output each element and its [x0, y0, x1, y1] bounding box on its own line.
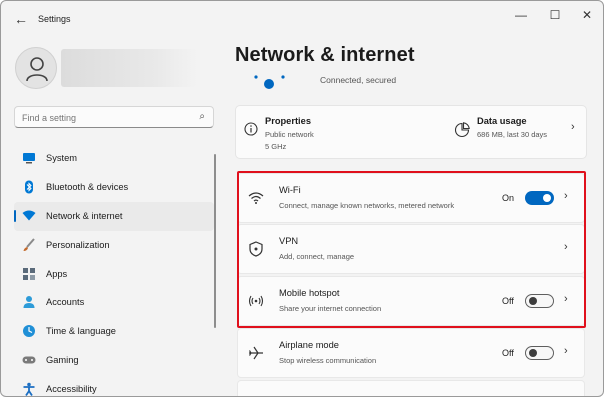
wifi-row[interactable]: Wi-Fi Connect, manage known networks, me… [237, 173, 585, 223]
search-icon[interactable]: ⌕ [199, 111, 205, 122]
airplane-state: Off [502, 348, 514, 358]
airplane-subtitle: Stop wireless communication [279, 356, 377, 365]
sidebar-item-label: Accessibility [46, 384, 97, 395]
monitor-icon [23, 153, 35, 164]
wifi-icon [248, 192, 264, 204]
sidebar-item-label: System [46, 153, 77, 163]
minimize-button[interactable]: — [507, 5, 535, 25]
chevron-right-icon[interactable]: › [564, 241, 568, 253]
search-input[interactable] [22, 110, 192, 125]
title-bar: ← Settings — ☐ ✕ [1, 1, 603, 37]
data-usage-value: 686 MB, last 30 days [477, 130, 548, 139]
sidebar-item-bluetooth[interactable]: Bluetooth & devices [14, 173, 214, 202]
bluetooth-icon [25, 180, 33, 194]
sidebar-item-label: Accounts [46, 297, 85, 308]
connection-status: Connected, secured [235, 70, 587, 92]
status-text: Connected, secured [320, 75, 397, 85]
wifi-toggle[interactable] [525, 191, 554, 205]
network-band: 5 GHz [265, 142, 287, 151]
vpn-subtitle: Add, connect, manage [279, 252, 355, 261]
sidebar-item-accounts[interactable]: Accounts [14, 288, 214, 317]
chevron-right-icon[interactable]: › [571, 121, 575, 133]
toggle-knob [529, 297, 537, 305]
shield-icon [249, 241, 263, 257]
hotspot-subtitle: Share your internet connection [279, 304, 382, 313]
mobile-hotspot-row[interactable]: Mobile hotspot Share your internet conne… [237, 276, 585, 326]
airplane-icon [248, 346, 263, 360]
sidebar-item-label: Apps [46, 268, 68, 279]
hotspot-state: Off [502, 296, 514, 306]
app-title: Settings [38, 14, 71, 24]
sidebar-item-system[interactable]: System [14, 144, 214, 173]
brush-icon [23, 238, 35, 251]
close-button[interactable]: ✕ [573, 5, 601, 25]
network-graph-icon [254, 75, 285, 89]
sidebar-item-accessibility[interactable]: Accessibility [14, 375, 214, 396]
person-icon [26, 57, 48, 82]
network-type: Public network [265, 130, 314, 139]
hotspot-icon [248, 295, 264, 307]
wifi-diamond-icon [22, 210, 36, 221]
next-setting-card[interactable] [237, 380, 585, 396]
hotspot-toggle[interactable] [525, 294, 554, 308]
chevron-right-icon[interactable]: › [564, 190, 568, 202]
sidebar-item-label: Bluetooth & devices [46, 181, 129, 192]
apps-icon [23, 267, 35, 280]
chevron-right-icon[interactable]: › [564, 293, 568, 305]
network-info-card: Properties Public network 5 GHz Data usa… [235, 105, 587, 159]
toggle-knob [529, 349, 537, 357]
airplane-toggle[interactable] [525, 346, 554, 360]
sidebar-nav: System Bluetooth & devices Network & int… [14, 144, 214, 396]
sidebar-item-label: Personalization [46, 239, 110, 250]
person-icon [23, 296, 35, 309]
arrow-left-icon[interactable]: ← [11, 9, 31, 29]
sidebar-item-apps[interactable]: Apps [14, 260, 214, 289]
page-title: Network & internet [235, 44, 415, 66]
maximize-button[interactable]: ☐ [541, 5, 569, 25]
toggle-knob [543, 194, 551, 202]
wifi-subtitle: Connect, manage known networks, metered … [279, 201, 455, 210]
airplane-mode-row[interactable]: Airplane mode Stop wireless communicatio… [237, 328, 585, 378]
avatar[interactable] [15, 47, 57, 89]
data-usage-link[interactable]: Data usage [477, 116, 527, 126]
gamepad-icon [22, 356, 36, 364]
sidebar-item-time-language[interactable]: Time & language [14, 317, 214, 346]
sidebar-item-label: Gaming [46, 355, 79, 366]
sidebar-item-gaming[interactable]: Gaming [14, 346, 214, 375]
settings-window: ← Settings — ☐ ✕ ⌕ System Bluetooth & de… [0, 0, 604, 397]
vpn-row[interactable]: VPN Add, connect, manage › [237, 224, 585, 274]
accessibility-icon [23, 382, 35, 396]
sidebar-item-label: Network & internet [46, 210, 123, 221]
hotspot-title: Mobile hotspot [279, 288, 340, 298]
pie-chart-icon [454, 122, 470, 138]
info-icon [244, 122, 258, 136]
wifi-state: On [502, 193, 515, 203]
sidebar-item-label: Time & language [46, 326, 116, 337]
chevron-right-icon[interactable]: › [564, 345, 568, 357]
airplane-title: Airplane mode [279, 340, 339, 350]
wifi-title: Wi-Fi [279, 185, 301, 195]
globe-clock-icon [23, 325, 35, 338]
sidebar-item-personalization[interactable]: Personalization [14, 231, 214, 260]
properties-link[interactable]: Properties [265, 116, 311, 126]
search-box[interactable]: ⌕ [14, 106, 214, 128]
sidebar-scrollbar[interactable] [214, 154, 216, 328]
vpn-title: VPN [279, 236, 299, 246]
account-name-redacted [61, 49, 197, 87]
sidebar-item-network[interactable]: Network & internet [14, 201, 214, 231]
